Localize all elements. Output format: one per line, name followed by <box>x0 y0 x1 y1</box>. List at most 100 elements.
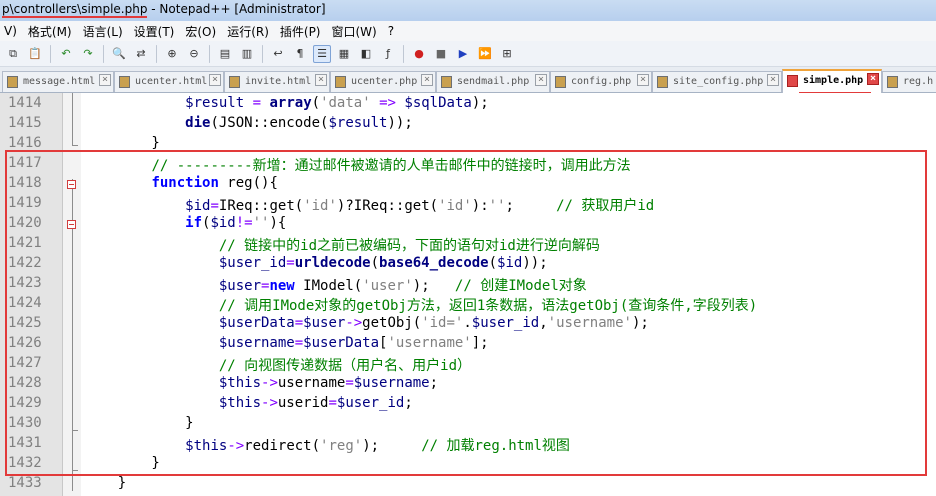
close-icon[interactable]: × <box>315 74 327 86</box>
code-line[interactable]: 1425 $userData=$user->getObj('id='.$user… <box>0 314 936 334</box>
code-line[interactable]: 1414 $result = array('data' => $sqlData)… <box>0 94 936 114</box>
tab-invite-html[interactable]: invite.html × <box>224 71 330 92</box>
code-line[interactable]: 1422 $user_id=urldecode(base64_decode($i… <box>0 254 936 274</box>
tab-label: reg.h <box>903 76 934 87</box>
menu-window[interactable]: 窗口(W) <box>328 23 384 40</box>
code-token: ); <box>362 438 422 454</box>
code-line[interactable]: 1427 // 向视图传递数据（用户名、用户id） <box>0 354 936 374</box>
code-line[interactable]: 1429 $this->userid=$user_id; <box>0 394 936 414</box>
code-token: new <box>269 278 295 294</box>
code-line[interactable]: 1430 } <box>0 414 936 434</box>
play-macro-icon[interactable]: ▶ <box>454 45 472 63</box>
menu-view[interactable]: V) <box>0 24 24 38</box>
code-line[interactable]: 1432 } <box>0 454 936 474</box>
close-icon[interactable]: × <box>637 74 649 86</box>
close-icon[interactable]: × <box>99 74 111 86</box>
menu-help[interactable]: ? <box>384 24 401 38</box>
close-icon[interactable]: × <box>767 74 779 86</box>
line-number: 1427 <box>8 355 42 371</box>
code-line[interactable]: 1421 // 链接中的id之前已被编码，下面的语句对id进行逆向解码 <box>0 234 936 254</box>
stop-macro-icon[interactable]: ■ <box>432 45 450 63</box>
tab-label: site_config.php <box>673 76 764 87</box>
indent-guide-icon[interactable]: ☰ <box>313 44 331 63</box>
code-line[interactable]: 1426 $username=$userData['username']; <box>0 334 936 354</box>
code-editor[interactable]: 1414 $result = array('data' => $sqlData)… <box>0 93 936 496</box>
code-token: $user <box>303 315 346 331</box>
tab-simple-php[interactable]: simple.php × <box>782 69 882 94</box>
paste-icon[interactable]: 📋 <box>26 45 44 63</box>
fold-line <box>72 93 73 146</box>
code-text: $username=$userData['username']; <box>84 335 489 351</box>
run-macro-multiple-icon[interactable]: ⏩ <box>476 45 494 63</box>
code-token: die <box>185 115 211 131</box>
code-line[interactable]: 1433 } <box>0 474 936 494</box>
code-token: 'id' <box>303 198 337 214</box>
code-token: => <box>379 95 396 111</box>
menu-plugins[interactable]: 插件(P) <box>276 23 328 40</box>
code-token: (JSON::encode( <box>210 115 329 131</box>
code-line[interactable]: 1419 $id=IReq::get('id')?IReq::get('id')… <box>0 194 936 214</box>
close-icon[interactable]: × <box>421 74 433 86</box>
code-line[interactable]: 1431 $this->redirect('reg'); // 加载reg.ht… <box>0 434 936 454</box>
code-line[interactable]: 1423 $user=new IModel('user'); // 创建IMod… <box>0 274 936 294</box>
zoom-in-icon[interactable]: ⊕ <box>163 45 181 63</box>
code-line[interactable]: 1418 function reg(){ <box>0 174 936 194</box>
menu-language[interactable]: 语言(L) <box>79 23 130 40</box>
code-line[interactable]: 1415 die(JSON::encode($result)); <box>0 114 936 134</box>
tab-reg-html[interactable]: reg.h <box>882 71 936 92</box>
code-text: } <box>84 475 126 491</box>
line-number: 1419 <box>8 195 42 211</box>
close-icon[interactable]: × <box>535 74 547 86</box>
zoom-out-icon[interactable]: ⊖ <box>185 45 203 63</box>
tab-ucenter-html[interactable]: ucenter.html × <box>114 71 224 92</box>
close-icon[interactable]: × <box>209 74 221 86</box>
fold-collapse-icon[interactable] <box>67 180 76 189</box>
user-lang-icon[interactable]: ▦ <box>335 45 353 63</box>
code-token: = <box>294 335 304 351</box>
code-token: array <box>269 95 312 111</box>
code-token: $id <box>497 255 523 271</box>
menu-settings[interactable]: 设置(T) <box>130 23 182 40</box>
redo-icon[interactable]: ↷ <box>79 45 97 63</box>
line-number: 1421 <box>8 235 42 251</box>
code-line[interactable]: 1417 // ---------新增：通过邮件被邀请的人单击邮件中的链接时，调… <box>0 154 936 174</box>
code-token: '' <box>488 198 506 214</box>
toolbar-separator <box>262 44 263 63</box>
code-token: != <box>235 215 253 231</box>
line-number: 1417 <box>8 155 42 171</box>
code-line[interactable]: 1420 if($id!=''){ <box>0 214 936 234</box>
undo-icon[interactable]: ↶ <box>57 45 75 63</box>
code-line[interactable]: 1416 } <box>0 134 936 154</box>
menu-format[interactable]: 格式(M) <box>24 23 79 40</box>
code-token: // 获取用户id <box>556 198 655 214</box>
code-token: ; <box>505 198 557 214</box>
tab-sendmail-php[interactable]: sendmail.php × <box>436 71 550 92</box>
document-map-icon[interactable]: ◧ <box>357 45 375 63</box>
tab-message-html[interactable]: message.html × <box>2 71 114 92</box>
replace-icon[interactable]: ⇄ <box>132 45 150 63</box>
tab-site-config-php[interactable]: site_config.php × <box>652 71 782 92</box>
code-text: $userData=$user->getObj('id='.$user_id,'… <box>84 315 649 331</box>
sync-horizontal-icon[interactable]: ▥ <box>238 45 256 63</box>
tab-label: invite.html <box>245 76 312 87</box>
tab-ucenter-php[interactable]: ucenter.php × <box>330 71 436 92</box>
code-line[interactable]: 1424 // 调用IMode对象的getObj方法，返回1条数据，语法getO… <box>0 294 936 314</box>
code-token: $userData <box>303 335 380 351</box>
word-wrap-icon[interactable]: ↩ <box>269 45 287 63</box>
close-icon[interactable]: × <box>867 73 879 85</box>
code-line[interactable]: 1428 $this->username=$username; <box>0 374 936 394</box>
find-icon[interactable]: 🔍 <box>110 45 128 63</box>
save-macro-icon[interactable]: ⊞ <box>498 45 516 63</box>
menu-macro[interactable]: 宏(O) <box>181 23 223 40</box>
sync-vertical-icon[interactable]: ▤ <box>216 45 234 63</box>
fold-collapse-icon[interactable] <box>67 220 76 229</box>
function-list-icon[interactable]: ƒ <box>379 45 397 63</box>
tab-config-php[interactable]: config.php × <box>550 71 652 92</box>
menu-run[interactable]: 运行(R) <box>223 23 276 40</box>
copy-icon[interactable]: ⧉ <box>4 45 22 63</box>
show-all-chars-icon[interactable]: ¶ <box>291 45 309 63</box>
record-macro-icon[interactable]: ● <box>410 45 428 63</box>
